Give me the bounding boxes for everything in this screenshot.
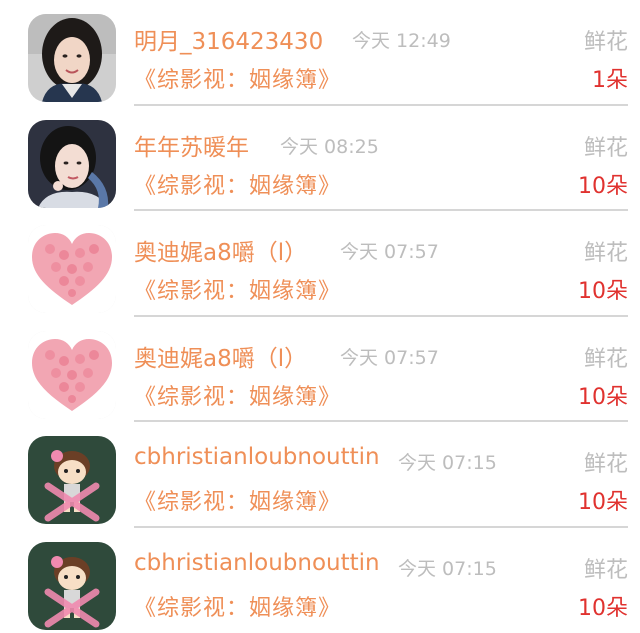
cartoon-girl-x-icon[interactable]	[28, 542, 116, 630]
gift-type-label: 鲜花	[584, 446, 628, 478]
photo-woman-costume-icon[interactable]	[28, 120, 116, 208]
work-title[interactable]: 《综影视：姻缘簿》	[134, 379, 341, 411]
gift-type-label: 鲜花	[584, 552, 628, 584]
work-title[interactable]: 《综影视：姻缘簿》	[134, 273, 341, 305]
work-title[interactable]: 《综影视：姻缘簿》	[134, 62, 341, 94]
gift-type-label: 鲜花	[584, 24, 628, 56]
gift-count: 10朵	[578, 168, 628, 200]
gift-count: 10朵	[578, 484, 628, 516]
work-title[interactable]: 《综影视：姻缘簿》	[134, 590, 341, 622]
gift-record-row[interactable]: cbhristianloubnouttin 今天 07:15 鲜花 《综影视：姻…	[0, 528, 640, 633]
gift-type-label: 鲜花	[584, 130, 628, 162]
work-title[interactable]: 《综影视：姻缘簿》	[134, 168, 341, 200]
gift-count: 10朵	[578, 273, 628, 305]
sender-name[interactable]: 奥迪娓a8嚼（l）	[134, 233, 307, 267]
gift-record-row[interactable]: cbhristianloubnouttin 今天 07:15 鲜花 《综影视：姻…	[0, 422, 640, 528]
gift-type-label: 鲜花	[584, 341, 628, 373]
gift-record-row[interactable]: 年年苏暖年 今天 08:25 鲜花 《综影视：姻缘簿》 10朵	[0, 106, 640, 212]
rose-heart-icon[interactable]	[28, 331, 116, 419]
sender-name[interactable]: 年年苏暖年	[134, 128, 249, 162]
rose-heart-icon[interactable]	[28, 225, 116, 313]
timestamp: 今天 12:49	[352, 26, 451, 53]
gift-count: 1朵	[592, 62, 628, 94]
gift-record-row[interactable]: 奥迪娓a8嚼（l） 今天 07:57 鲜花 《综影视：姻缘簿》 10朵	[0, 211, 640, 317]
timestamp: 今天 08:25	[280, 132, 379, 159]
timestamp: 今天 07:15	[398, 448, 497, 475]
sender-name[interactable]: 明月_316423430	[134, 22, 323, 56]
photo-woman-icon[interactable]	[28, 14, 116, 102]
sender-name[interactable]: cbhristianloubnouttin	[134, 444, 380, 470]
cartoon-girl-x-icon[interactable]	[28, 436, 116, 524]
gift-record-list: 明月_316423430 今天 12:49 鲜花 《综影视：姻缘簿》 1朵 年年…	[0, 0, 640, 633]
gift-type-label: 鲜花	[584, 235, 628, 267]
timestamp: 今天 07:15	[398, 554, 497, 581]
gift-count: 10朵	[578, 379, 628, 411]
timestamp: 今天 07:57	[340, 237, 439, 264]
sender-name[interactable]: cbhristianloubnouttin	[134, 550, 380, 576]
timestamp: 今天 07:57	[340, 343, 439, 370]
gift-count: 10朵	[578, 590, 628, 622]
work-title[interactable]: 《综影视：姻缘簿》	[134, 484, 341, 516]
gift-record-row[interactable]: 奥迪娓a8嚼（l） 今天 07:57 鲜花 《综影视：姻缘簿》 10朵	[0, 317, 640, 423]
sender-name[interactable]: 奥迪娓a8嚼（l）	[134, 339, 307, 373]
gift-record-row[interactable]: 明月_316423430 今天 12:49 鲜花 《综影视：姻缘簿》 1朵	[0, 0, 640, 106]
